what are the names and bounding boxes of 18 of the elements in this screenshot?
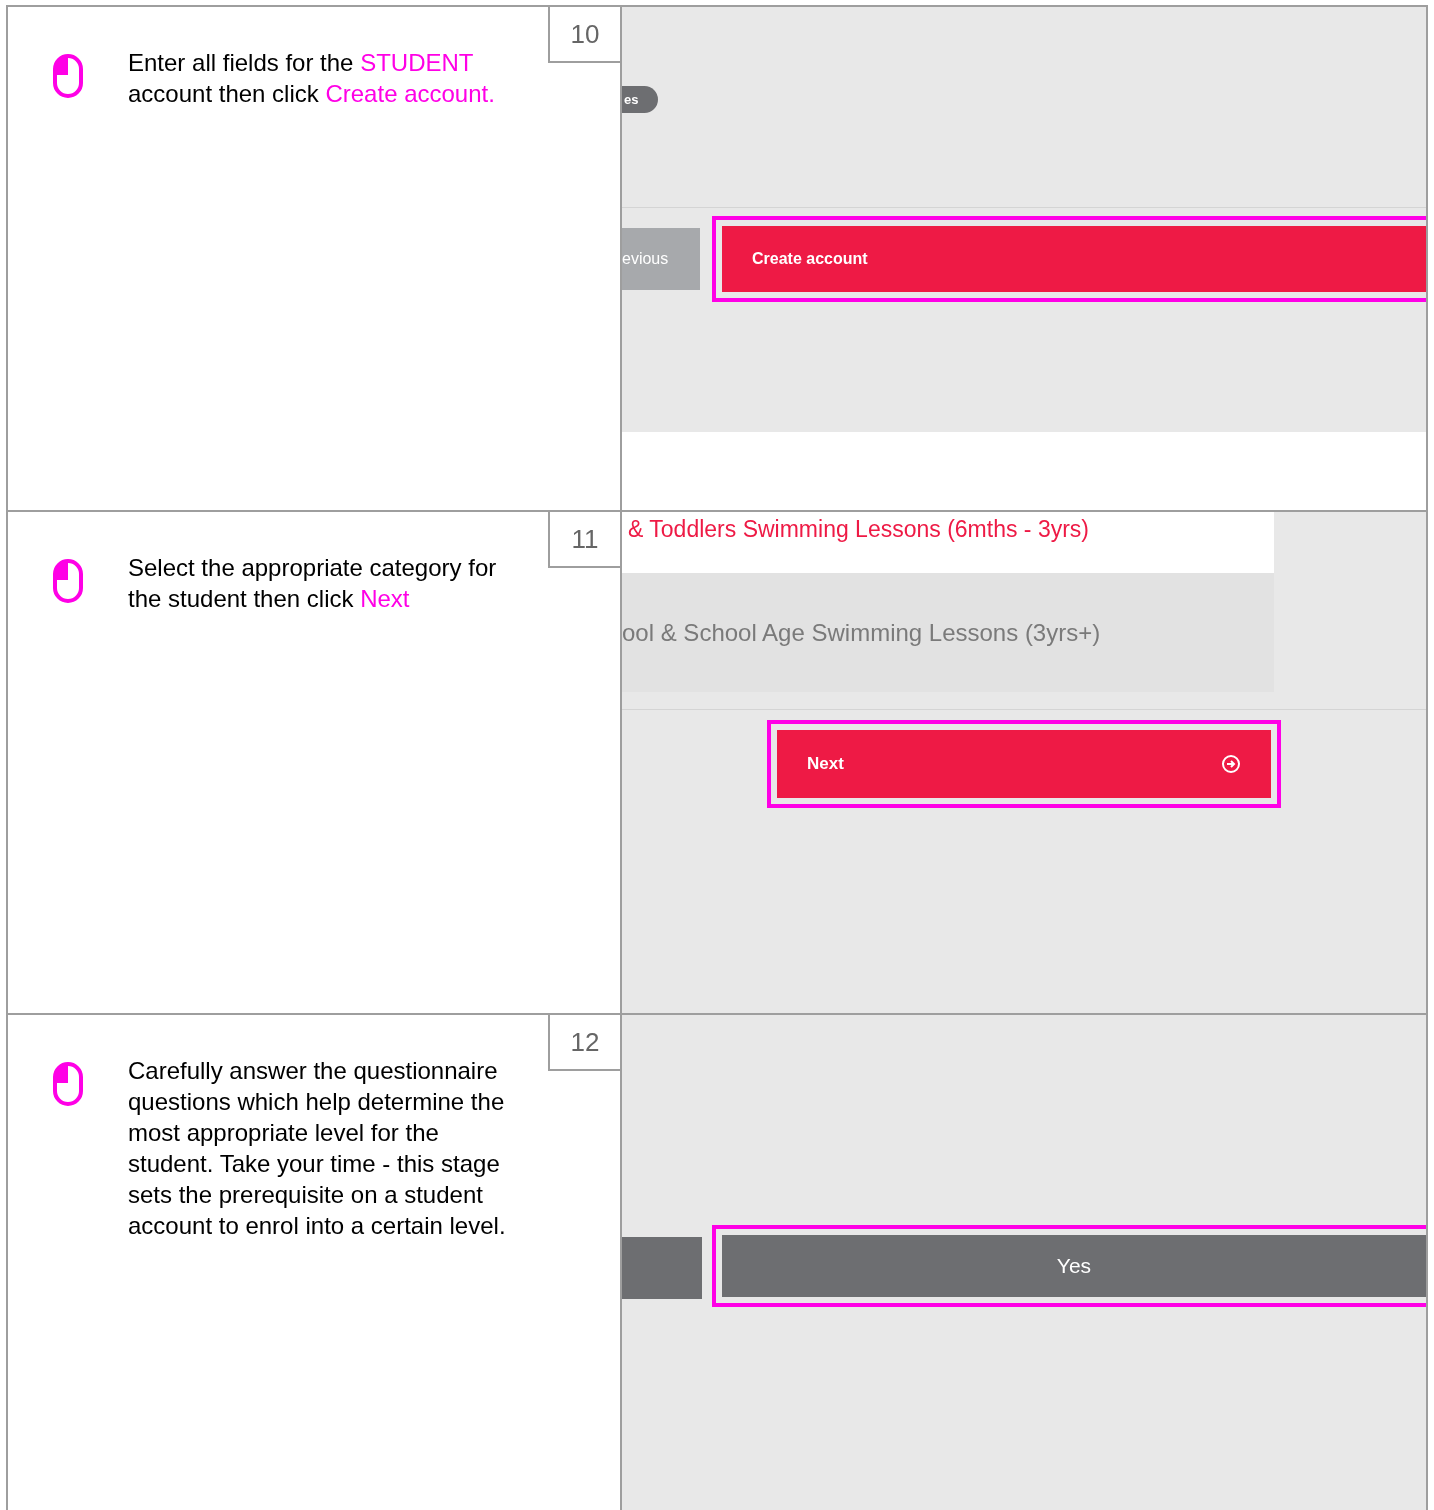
instruction-text: Enter all fields for the STUDENT account then click Create account. — [128, 48, 496, 109]
step-number: 11 — [548, 512, 620, 568]
arrow-circle-icon — [1221, 754, 1241, 774]
pill-button[interactable]: es — [622, 86, 659, 113]
next-button[interactable]: Next — [777, 730, 1271, 798]
mouse-icon — [52, 558, 84, 604]
mouse-icon — [52, 53, 84, 99]
step-number: 12 — [548, 1015, 620, 1071]
secondary-button[interactable] — [622, 1237, 702, 1299]
instruction-text: Carefully answer the questionnaire questions which help determine the most appropriate level for the student. Take your time - this stage sets the prerequisite on a student account to enrol into a certain level. — [128, 1056, 506, 1241]
previous-button[interactable]: evious — [622, 228, 700, 290]
instruction-text: Select the appropriate category for the student then click Next — [128, 553, 498, 614]
yes-button[interactable]: Yes — [722, 1235, 1426, 1297]
mouse-icon — [52, 1061, 84, 1107]
category-option[interactable]: & Toddlers Swimming Lessons (6mths - 3yrs) — [622, 512, 1274, 573]
step-number: 10 — [548, 7, 620, 63]
category-option[interactable]: ool & School Age Swimming Lessons (3yrs+) — [622, 573, 1274, 692]
create-account-button[interactable]: Create account — [722, 226, 1426, 292]
